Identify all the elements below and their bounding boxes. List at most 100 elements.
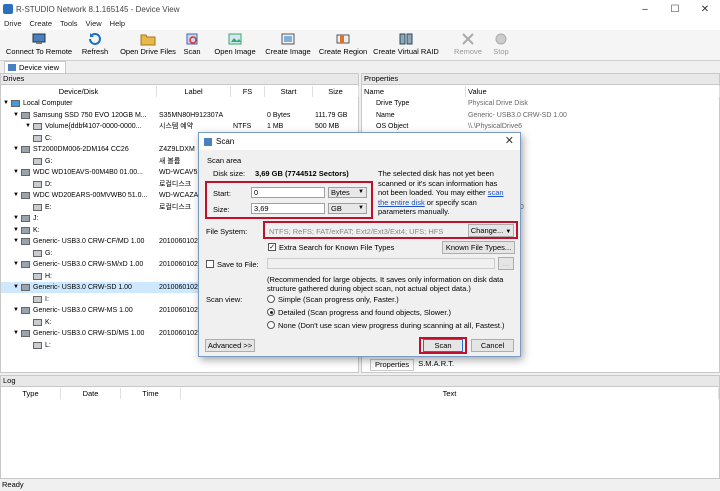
- col-size[interactable]: Size: [313, 86, 359, 97]
- refresh-button[interactable]: Refresh: [78, 32, 112, 60]
- menu-view[interactable]: View: [82, 18, 106, 30]
- connect-to-remote-button[interactable]: Connect To Remote: [3, 32, 75, 60]
- drive-name: Samsung SSD 750 EVO 120GB M...: [33, 111, 147, 119]
- col-name[interactable]: Name: [362, 86, 466, 97]
- start-input[interactable]: 0: [251, 187, 325, 198]
- advanced-button[interactable]: Advanced >>: [205, 339, 255, 352]
- tab-properties[interactable]: Properties: [370, 359, 415, 371]
- col-text[interactable]: Text: [181, 388, 719, 399]
- tab-smart[interactable]: S.M.A.R.T.: [414, 359, 458, 371]
- dialog-close-icon[interactable]: ✕: [505, 134, 514, 147]
- disk-icon: [21, 111, 30, 119]
- save-to-file-label: Save to File:: [217, 260, 259, 269]
- menu-drive[interactable]: Drive: [0, 18, 26, 30]
- drive-row[interactable]: ▼ Volume{ddbf4107-0000-0000... 시스템 예약 NTFS 1…: [1, 121, 359, 132]
- drive-row[interactable]: ▼ Local Computer: [1, 98, 359, 109]
- expand-icon[interactable]: ▼: [13, 282, 19, 293]
- expand-icon[interactable]: ▼: [13, 110, 19, 121]
- scan-view-detailed-radio[interactable]: [267, 308, 275, 316]
- create-region-button[interactable]: Create Region: [316, 32, 370, 60]
- expand-icon[interactable]: ▼: [13, 328, 19, 339]
- property-name: Drive Type: [376, 100, 410, 107]
- region-icon: [335, 32, 351, 46]
- chevron-down-icon: ▼: [505, 229, 512, 235]
- expand-icon[interactable]: ▼: [25, 121, 31, 132]
- dialog-title-bar: Scan ✕: [199, 133, 520, 150]
- drive-name: WDC WD10EAVS-00M4B0 01.00...: [33, 169, 143, 176]
- browse-button[interactable]: ...: [498, 257, 514, 270]
- menu-create[interactable]: Create: [26, 18, 57, 30]
- properties-header: Properties: [362, 74, 719, 85]
- size-input[interactable]: 3,69: [251, 203, 325, 214]
- known-file-types-button[interactable]: Known File Types...: [442, 241, 515, 254]
- scan-button[interactable]: Scan: [423, 339, 463, 352]
- create-virtual-raid-button[interactable]: Create Virtual RAID: [373, 32, 439, 60]
- change-fs-button[interactable]: Change... ▼: [468, 224, 514, 237]
- col-start[interactable]: Start: [265, 86, 313, 97]
- create-image-button[interactable]: Create Image: [263, 32, 313, 60]
- property-row[interactable]: OS Object \\.\PhysicalDrive6: [362, 121, 718, 132]
- recommend-text-2: structure gathered during object scan, n…: [267, 284, 471, 293]
- volume-icon: [33, 272, 42, 280]
- expand-icon[interactable]: ▼: [13, 305, 19, 316]
- open-drive-files-button[interactable]: Open Drive Files: [118, 32, 178, 60]
- col-label[interactable]: Label: [157, 86, 231, 97]
- property-row[interactable]: Drive Type Physical Drive Disk: [362, 98, 718, 109]
- extra-search-checkbox[interactable]: ✓: [268, 243, 276, 251]
- expand-icon[interactable]: ▼: [13, 225, 19, 236]
- property-row[interactable]: Name Generic- USB3.0 CRW-SD 1.00: [362, 110, 718, 121]
- drive-size: 500 MB: [315, 123, 340, 130]
- scan-view-none-radio[interactable]: [267, 321, 275, 329]
- drive-name: J:: [33, 215, 39, 222]
- scan-entire-disk-link-2[interactable]: the entire disk: [378, 198, 425, 207]
- cancel-button[interactable]: Cancel: [471, 339, 514, 352]
- toolbar: Connect To Remote Refresh Open Drive Fil…: [0, 30, 720, 61]
- save-to-file-input[interactable]: [267, 258, 495, 269]
- col-device-disk[interactable]: Device/Disk: [1, 86, 157, 97]
- tab-device-view[interactable]: Device view: [4, 61, 66, 73]
- scan-view-detailed-label: Detailed (Scan progress and found object…: [278, 308, 452, 317]
- drive-row[interactable]: ▼ Samsung SSD 750 EVO 120GB M... S35MN80H9…: [1, 110, 359, 121]
- close-button[interactable]: ✕: [690, 0, 720, 18]
- log-header: Log: [1, 376, 719, 387]
- chevron-down-icon: ▼: [358, 189, 364, 195]
- col-date[interactable]: Date: [61, 388, 121, 399]
- minimize-button[interactable]: –: [630, 0, 660, 18]
- scan-button-toolbar[interactable]: Scan: [180, 32, 204, 60]
- expand-icon[interactable]: ▼: [13, 167, 19, 178]
- expand-icon[interactable]: ▼: [3, 98, 9, 109]
- col-value[interactable]: Value: [466, 86, 720, 97]
- expand-icon[interactable]: ▼: [13, 190, 19, 201]
- scan-entire-disk-link[interactable]: scan: [488, 188, 504, 197]
- start-unit-select[interactable]: Bytes ▼: [328, 187, 367, 198]
- stop-button[interactable]: Stop: [489, 32, 513, 60]
- file-system-label: File System:: [206, 227, 248, 236]
- scan-icon: [184, 32, 200, 46]
- disk-icon: [21, 192, 30, 199]
- size-label: Size:: [213, 205, 230, 214]
- expand-icon[interactable]: ▼: [13, 236, 19, 247]
- drive-label: S35MN80H912307A: [159, 111, 224, 119]
- drive-name: Generic- USB3.0 CRW-SD/MS 1.00: [33, 330, 145, 337]
- remove-button[interactable]: Remove: [451, 32, 485, 60]
- expand-icon[interactable]: ▼: [13, 259, 19, 270]
- scan-dialog-icon: [204, 137, 212, 146]
- scan-view-simple-radio[interactable]: [267, 295, 275, 303]
- open-image-button[interactable]: Open Image: [212, 32, 258, 60]
- col-time[interactable]: Time: [121, 388, 181, 399]
- scan-view-label: Scan view:: [206, 295, 243, 304]
- menu-help[interactable]: Help: [106, 18, 129, 30]
- save-to-file-checkbox[interactable]: [206, 260, 214, 268]
- col-type[interactable]: Type: [1, 388, 61, 399]
- view-tabs: Device view: [0, 61, 720, 73]
- size-unit-select[interactable]: GB ▼: [328, 203, 367, 214]
- maximize-button[interactable]: ☐: [660, 0, 690, 18]
- disk-icon: [21, 169, 30, 176]
- title-bar: R-STUDIO Network 8.1.165145 - Device Vie…: [0, 0, 720, 18]
- col-fs[interactable]: FS: [231, 86, 265, 97]
- drive-name: H:: [45, 272, 52, 280]
- expand-icon[interactable]: ▼: [13, 213, 19, 224]
- raid-icon: [398, 32, 414, 46]
- menu-tools[interactable]: Tools: [56, 18, 82, 30]
- expand-icon[interactable]: ▼: [13, 144, 19, 155]
